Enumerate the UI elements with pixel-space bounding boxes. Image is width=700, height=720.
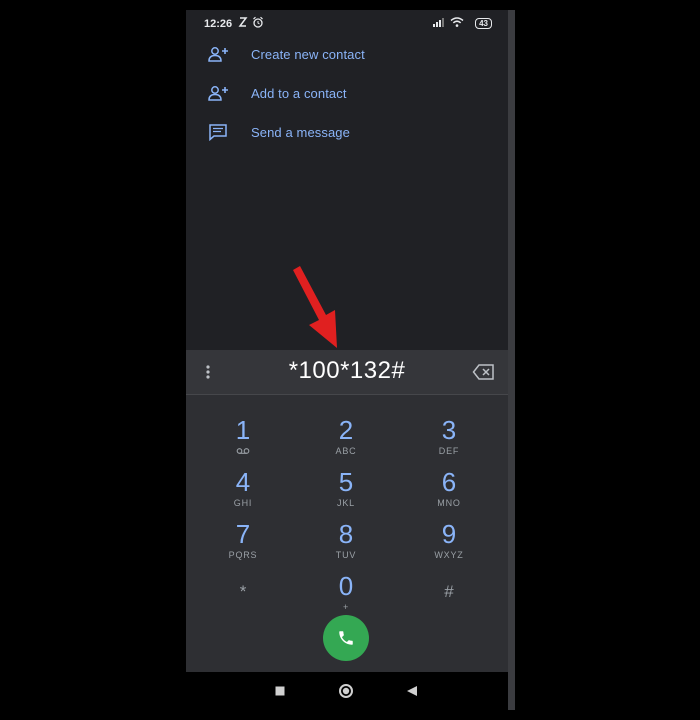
back-button[interactable] [402,681,422,701]
home-button[interactable] [336,681,356,701]
key-letters: + [342,602,350,612]
phone-screen: 12:26 43 Create new contact Add to a con… [186,10,508,710]
key-8[interactable]: 8 TUV [296,520,396,570]
create-new-contact-action[interactable]: Create new contact [206,39,365,69]
key-5[interactable]: 5 JKL [296,468,396,518]
key-digit: * [239,582,247,601]
navigation-bar [186,672,508,710]
z-notification-icon [238,17,248,27]
create-new-contact-label: Create new contact [251,46,365,62]
key-digit: 8 [338,519,354,549]
battery-level: 43 [475,18,492,29]
key-3[interactable]: 3 DEF [399,416,499,466]
key-letters: ABC [335,446,357,456]
backspace-icon[interactable] [472,362,496,382]
key-2[interactable]: 2 ABC [296,416,396,466]
number-display-bar: *100*132# [186,350,508,395]
key-letters: WXYZ [434,550,464,560]
key-letters: JKL [337,498,355,508]
person-add-icon [206,81,230,105]
phone-icon [339,631,353,645]
key-letters: DEF [438,446,460,456]
dialpad: *100*132# 1 2 ABC 3 DEF 4 GHI 5 JKL 6 MN… [186,350,508,672]
send-message-action[interactable]: Send a message [206,117,350,147]
voicemail-icon [236,448,250,454]
signal-icon [433,18,444,27]
add-to-contact-action[interactable]: Add to a contact [206,78,347,108]
key-digit: 3 [441,415,457,445]
key-letters: GHI [233,498,253,508]
status-time: 12:26 [204,18,233,30]
key-digit: 1 [235,415,251,445]
square-icon [275,686,285,696]
key-digit: 0 [338,571,354,601]
dialed-number[interactable]: *100*132# [226,357,468,385]
more-vert-icon[interactable] [200,362,216,382]
key-7[interactable]: 7 PQRS [193,520,293,570]
key-digit: 9 [441,519,457,549]
screen-edge [508,10,515,710]
key-letters: TUV [335,550,357,560]
key-letters: MNO [437,498,461,508]
key-digit: 2 [338,415,354,445]
key-9[interactable]: 9 WXYZ [399,520,499,570]
key-digit: # [444,582,454,601]
battery-icon: 43 [475,17,492,29]
recents-button[interactable] [270,681,290,701]
call-button[interactable] [323,615,369,661]
key-1[interactable]: 1 [193,416,293,466]
key-hash[interactable]: # [399,572,499,622]
key-4[interactable]: 4 GHI [193,468,293,518]
key-letters: PQRS [228,550,258,560]
add-to-contact-label: Add to a contact [251,85,347,101]
wifi-icon [450,17,464,27]
key-6[interactable]: 6 MNO [399,468,499,518]
message-icon [206,120,230,144]
key-digit: 4 [235,467,251,497]
alarm-icon [253,16,263,28]
key-star[interactable]: * [193,572,293,622]
triangle-back-icon [407,686,417,696]
circle-icon [339,684,353,698]
key-digit: 7 [235,519,251,549]
person-add-icon [206,42,230,66]
key-digit: 6 [441,467,457,497]
key-digit: 5 [338,467,354,497]
send-message-label: Send a message [251,124,350,140]
status-bar: 12:26 43 [186,10,508,38]
red-arrow-annotation [293,266,337,348]
